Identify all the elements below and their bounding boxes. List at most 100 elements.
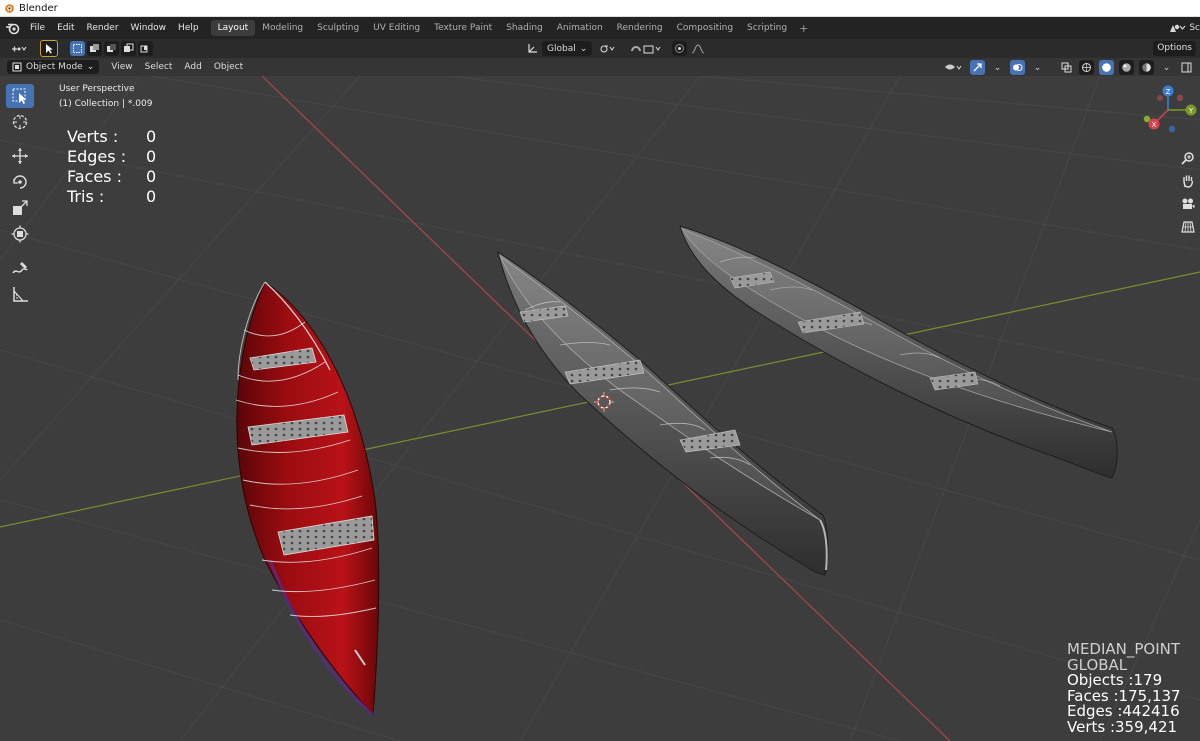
tab-shading[interactable]: Shading [499, 20, 550, 36]
menu-render[interactable]: Render [81, 17, 125, 39]
tool-settings-header: Global ⌄ Options [0, 39, 1200, 58]
mode-subtract-icon[interactable] [104, 41, 119, 56]
scene-selector[interactable]: Sc [1163, 20, 1200, 36]
tab-texture-paint[interactable]: Texture Paint [427, 20, 499, 36]
tab-compositing[interactable]: Compositing [670, 20, 740, 36]
chevron-down-icon: ⌄ [579, 43, 588, 54]
mode-intersect-icon[interactable] [138, 41, 153, 56]
mode-invert-icon[interactable] [121, 41, 136, 56]
stat-value: 0 [146, 186, 157, 206]
proportional-edit-icon[interactable] [672, 41, 688, 56]
shading-material-icon[interactable] [1119, 60, 1134, 75]
tab-animation[interactable]: Animation [550, 20, 610, 36]
stat-row: Faces : 0 [67, 166, 156, 186]
shading-solid-icon[interactable] [1099, 60, 1114, 75]
verts-count: Verts :359,421 [1067, 717, 1178, 736]
annotate-icon[interactable] [6, 256, 34, 280]
mode-extend-icon[interactable] [87, 41, 102, 56]
stat-label: Edges : [67, 146, 127, 166]
stat-row: Verts : 0 [67, 126, 156, 146]
tab-modeling[interactable]: Modeling [255, 20, 310, 36]
viewport-shading-controls: ⌄ ⌄ ⌄ [941, 60, 1196, 75]
shading-wireframe-icon[interactable] [1079, 60, 1094, 75]
tab-sculpting[interactable]: Sculpting [310, 20, 366, 36]
rotate-icon[interactable] [6, 170, 34, 194]
gizmo-y-label: Y [1188, 107, 1194, 115]
view-perspective-label: User Perspective [59, 84, 135, 94]
viewport-header: Object Mode ⌄ View Select Add Object ⌄ ⌄ [0, 58, 1200, 76]
snap-icon[interactable] [628, 41, 666, 56]
3d-viewport[interactable]: User Perspective (1) Collection | *.009 [0, 76, 1200, 741]
shading-dropdown-icon[interactable]: ⌄ [1159, 60, 1174, 75]
stat-label: Verts : [67, 126, 119, 146]
object-mode-icon [12, 62, 22, 72]
add-workspace-button[interactable]: + [794, 22, 813, 35]
zoom-icon[interactable] [1177, 147, 1199, 169]
options-dropdown[interactable]: Options [1153, 41, 1196, 56]
gizmo-x-label: X [1152, 121, 1157, 129]
menu-window[interactable]: Window [125, 17, 173, 39]
object-mode-label: Object Mode [26, 62, 83, 72]
window-title: Blender [19, 2, 58, 14]
tab-rendering[interactable]: Rendering [610, 20, 670, 36]
window-titlebar: Blender [0, 0, 1200, 17]
view-menu[interactable]: View [105, 62, 138, 72]
scene-label: Sc [1189, 23, 1200, 33]
menu-file[interactable]: File [24, 17, 51, 39]
stat-row: Edges : 0 [67, 146, 156, 166]
tab-scripting[interactable]: Scripting [740, 20, 794, 36]
gizmo-dropdown-icon[interactable]: ⌄ [990, 60, 1005, 75]
viewport-scene [0, 76, 1200, 741]
editor-type-icon[interactable] [8, 41, 30, 56]
select-box-icon[interactable] [6, 84, 34, 108]
scene-icon [1170, 24, 1186, 32]
stat-value: 0 [146, 126, 157, 146]
overlays-toggle-icon[interactable] [1010, 60, 1025, 75]
pivot-point-icon[interactable] [596, 41, 620, 56]
orientation-dropdown[interactable]: Global ⌄ [542, 41, 593, 56]
blender-app: Blender File Edit Render Window Help Lay… [0, 0, 1200, 741]
camera-icon[interactable] [1177, 193, 1199, 215]
object-menu[interactable]: Object [208, 62, 249, 72]
orientation-label: Global [547, 43, 576, 54]
sidebar-toggle-icon[interactable] [1179, 60, 1194, 75]
pan-hand-icon[interactable] [1177, 170, 1199, 192]
overlays-dropdown-icon[interactable]: ⌄ [1030, 60, 1045, 75]
tab-layout[interactable]: Layout [210, 20, 256, 36]
stat-value: 0 [146, 166, 157, 186]
navigation-gizmo[interactable]: Z Y X [1140, 84, 1200, 144]
visibility-icon[interactable] [941, 60, 965, 75]
stat-row: Tris : 0 [67, 186, 156, 206]
gizmo-z-label: Z [1166, 88, 1171, 96]
blender-logo-icon[interactable] [2, 17, 24, 39]
add-menu[interactable]: Add [178, 62, 207, 72]
cursor-icon[interactable] [6, 110, 34, 134]
toolbar [6, 84, 36, 308]
mesh-statistics: Verts : 0 Edges : 0 Faces : 0 Tris : 0 [67, 126, 156, 206]
falloff-icon[interactable] [689, 41, 709, 56]
scene-statistics: MEDIAN_POINT GLOBAL Objects :179 Faces :… [1067, 641, 1181, 736]
menu-help[interactable]: Help [172, 17, 205, 39]
chevron-down-icon: ⌄ [86, 62, 95, 72]
active-collection-label: (1) Collection | *.009 [59, 99, 153, 109]
transform-icon[interactable] [6, 222, 34, 246]
select-menu[interactable]: Select [139, 62, 179, 72]
blender-app-icon [5, 4, 14, 13]
shading-rendered-icon[interactable] [1139, 60, 1154, 75]
select-tool-icon[interactable] [40, 40, 58, 57]
grid-view-icon[interactable] [1177, 216, 1199, 238]
move-icon[interactable] [6, 144, 34, 168]
stat-label: Tris : [67, 186, 105, 206]
menu-edit[interactable]: Edit [51, 17, 80, 39]
scale-icon[interactable] [6, 196, 34, 220]
measure-icon[interactable] [6, 282, 34, 306]
xray-toggle-icon[interactable] [1059, 60, 1074, 75]
stat-value: 0 [146, 146, 157, 166]
gizmo-toggle-icon[interactable] [970, 60, 985, 75]
object-mode-dropdown[interactable]: Object Mode ⌄ [7, 60, 100, 74]
tab-uv-editing[interactable]: UV Editing [366, 20, 427, 36]
orientation-icon [525, 41, 540, 56]
stat-label: Faces : [67, 166, 122, 186]
mode-set-icon[interactable] [70, 41, 85, 56]
top-bar: File Edit Render Window Help Layout Mode… [0, 17, 1200, 39]
